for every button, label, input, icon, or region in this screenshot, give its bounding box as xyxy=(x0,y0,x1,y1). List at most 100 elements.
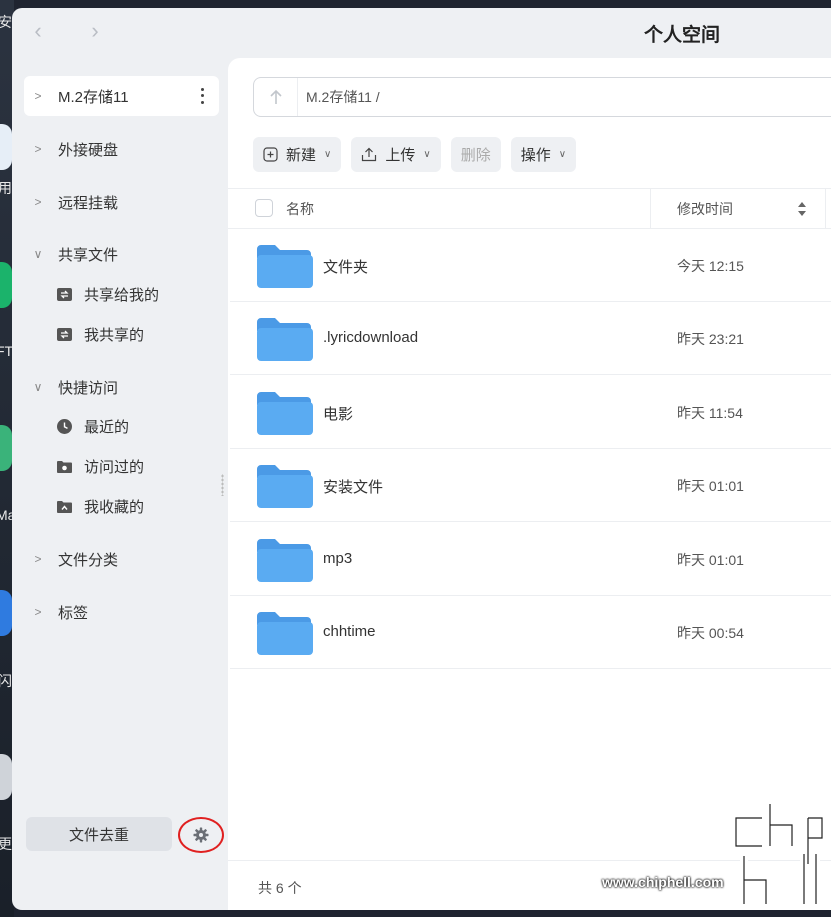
file-name: .lyricdownload xyxy=(323,329,419,346)
modified-time: 昨天 23:21 xyxy=(677,331,744,347)
watermark-url: www.chiphell.com xyxy=(602,874,724,890)
sidebar-item-quick-access[interactable]: ∨ 快捷访问 xyxy=(24,367,219,407)
chevron-down-icon: ∨ xyxy=(33,380,43,394)
sidebar-item-label: 我共享的 xyxy=(84,326,145,344)
upload-button[interactable]: 上传 ∨ xyxy=(351,137,441,172)
add-square-icon xyxy=(263,147,278,162)
folder-icon xyxy=(257,539,313,582)
column-name-header[interactable]: 名称 xyxy=(286,199,314,219)
current-path: M.2存储11 / xyxy=(306,89,380,105)
share-out-icon xyxy=(56,326,72,342)
title-bar: ‹ › 个人空间 xyxy=(12,8,831,58)
select-all-checkbox[interactable] xyxy=(255,199,273,217)
sidebar-item-label: 外接硬盘 xyxy=(58,141,119,159)
modified-time: 昨天 01:01 xyxy=(677,552,744,568)
red-annotation-circle xyxy=(178,817,224,853)
sidebar-item-my-shares[interactable]: 我共享的 xyxy=(56,316,216,352)
desktop-label: 安 xyxy=(0,14,12,30)
sidebar-item-recent[interactable]: 最近的 xyxy=(56,408,216,444)
sidebar-item-label: 共享给我的 xyxy=(84,286,160,304)
folder-icon xyxy=(257,318,313,361)
table-row[interactable]: mp3 昨天 01:01 xyxy=(230,523,831,596)
sidebar-item-favorites[interactable]: 我收藏的 xyxy=(56,488,216,524)
desktop-app-icon[interactable] xyxy=(0,425,12,471)
chiphell-logo xyxy=(732,800,826,908)
table-row[interactable]: 安装文件 昨天 01:01 xyxy=(230,449,831,522)
chevron-down-icon: ∨ xyxy=(324,149,332,160)
modified-time: 昨天 00:54 xyxy=(677,625,744,641)
file-browser-panel: M.2存储11 / 新建 ∨ 上传 ∨ 删除 操作 ∨ 名称 修改时间 文件夹 … xyxy=(228,58,831,910)
file-manager-window: ‹ › 个人空间 > M.2存储11 > 外接硬盘 > 远程挂载 ∨ 共享文件 … xyxy=(12,8,831,910)
table-row[interactable]: 文件夹 今天 12:15 xyxy=(230,229,831,302)
file-name: 文件夹 xyxy=(323,259,369,276)
sidebar-item-label: 共享文件 xyxy=(58,246,119,264)
sidebar-item-file-categories[interactable]: > 文件分类 xyxy=(24,539,219,579)
upload-icon xyxy=(361,147,377,162)
sort-icon[interactable] xyxy=(797,201,807,217)
sidebar-item-label: 文件分类 xyxy=(58,551,119,569)
back-button[interactable]: ‹ xyxy=(26,20,50,44)
file-name: 安装文件 xyxy=(323,479,384,496)
modified-time: 昨天 01:01 xyxy=(677,478,744,494)
sidebar-item-tags[interactable]: > 标签 xyxy=(24,592,219,632)
table-row[interactable]: .lyricdownload 昨天 23:21 xyxy=(230,302,831,375)
desktop-label: 用 xyxy=(0,180,12,196)
more-options-icon[interactable] xyxy=(195,86,209,106)
sidebar-item-label: 标签 xyxy=(58,604,89,622)
sidebar-item-label: 访问过的 xyxy=(84,458,145,476)
path-bar[interactable]: M.2存储11 / xyxy=(253,77,831,117)
desktop-app-icon[interactable] xyxy=(0,590,12,636)
desktop-app-icon[interactable] xyxy=(0,124,12,170)
sidebar-item-label: 我收藏的 xyxy=(84,498,145,516)
toolbar: 新建 ∨ 上传 ∨ 删除 操作 ∨ xyxy=(253,137,586,172)
chevron-down-icon: ∨ xyxy=(558,149,567,160)
item-count: 共 6 个 xyxy=(258,880,302,896)
watermark: www.chiphell.com xyxy=(602,798,827,910)
modified-time: 今天 12:15 xyxy=(677,258,744,274)
chevron-right-icon: > xyxy=(34,605,42,619)
share-in-icon xyxy=(56,286,72,302)
new-button-label: 新建 xyxy=(286,147,317,164)
file-name: mp3 xyxy=(323,550,353,567)
sidebar-item-shared-files[interactable]: ∨ 共享文件 xyxy=(24,234,219,274)
desktop-app-icon[interactable] xyxy=(0,754,12,800)
folder-icon xyxy=(257,465,313,508)
sidebar-item-shared-with-me[interactable]: 共享给我的 xyxy=(56,276,216,312)
forward-button[interactable]: › xyxy=(83,20,107,44)
new-button[interactable]: 新建 ∨ xyxy=(253,137,342,172)
chevron-down-icon: ∨ xyxy=(423,149,431,160)
sidebar-item-label: 远程挂载 xyxy=(58,194,119,212)
desktop-app-icon[interactable] xyxy=(0,262,12,308)
sidebar-item-label: 快捷访问 xyxy=(58,379,119,397)
table-row[interactable]: chhtime 昨天 00:54 xyxy=(230,596,831,669)
delete-button[interactable]: 删除 xyxy=(450,137,501,172)
column-divider[interactable] xyxy=(650,189,651,229)
sidebar-item-current-storage[interactable]: > M.2存储11 xyxy=(24,76,219,116)
chevron-right-icon: > xyxy=(34,142,42,156)
delete-button-label: 删除 xyxy=(460,147,491,164)
table-row[interactable]: 电影 昨天 11:54 xyxy=(230,376,831,449)
column-modified-header[interactable]: 修改时间 xyxy=(677,199,733,219)
desktop-label: 更 xyxy=(0,836,12,852)
folder-icon xyxy=(257,392,313,435)
column-divider[interactable] xyxy=(825,189,826,229)
sidebar-item-external-drive[interactable]: > 外接硬盘 xyxy=(24,129,219,169)
actions-button-label: 操作 xyxy=(520,147,551,164)
file-name: 电影 xyxy=(323,406,354,423)
arrow-up-icon xyxy=(269,89,282,104)
chevron-right-icon: > xyxy=(34,89,42,103)
sidebar-resize-handle[interactable] xyxy=(221,474,224,496)
file-dedupe-button[interactable]: 文件去重 xyxy=(26,817,172,851)
sidebar: > M.2存储11 > 外接硬盘 > 远程挂载 ∨ 共享文件 共享给我的 我共享… xyxy=(12,58,228,910)
clock-icon xyxy=(56,418,72,434)
sidebar-item-visited[interactable]: 访问过的 xyxy=(56,448,216,484)
actions-button[interactable]: 操作 ∨ xyxy=(510,137,577,172)
folder-icon xyxy=(257,612,313,655)
file-name: chhtime xyxy=(323,623,376,640)
visited-folder-icon xyxy=(56,458,72,474)
sidebar-item-remote-mount[interactable]: > 远程挂载 xyxy=(24,182,219,222)
go-up-button[interactable] xyxy=(254,78,298,116)
upload-button-label: 上传 xyxy=(385,147,416,164)
chevron-right-icon: > xyxy=(34,552,42,566)
sidebar-item-label: 最近的 xyxy=(84,418,130,436)
